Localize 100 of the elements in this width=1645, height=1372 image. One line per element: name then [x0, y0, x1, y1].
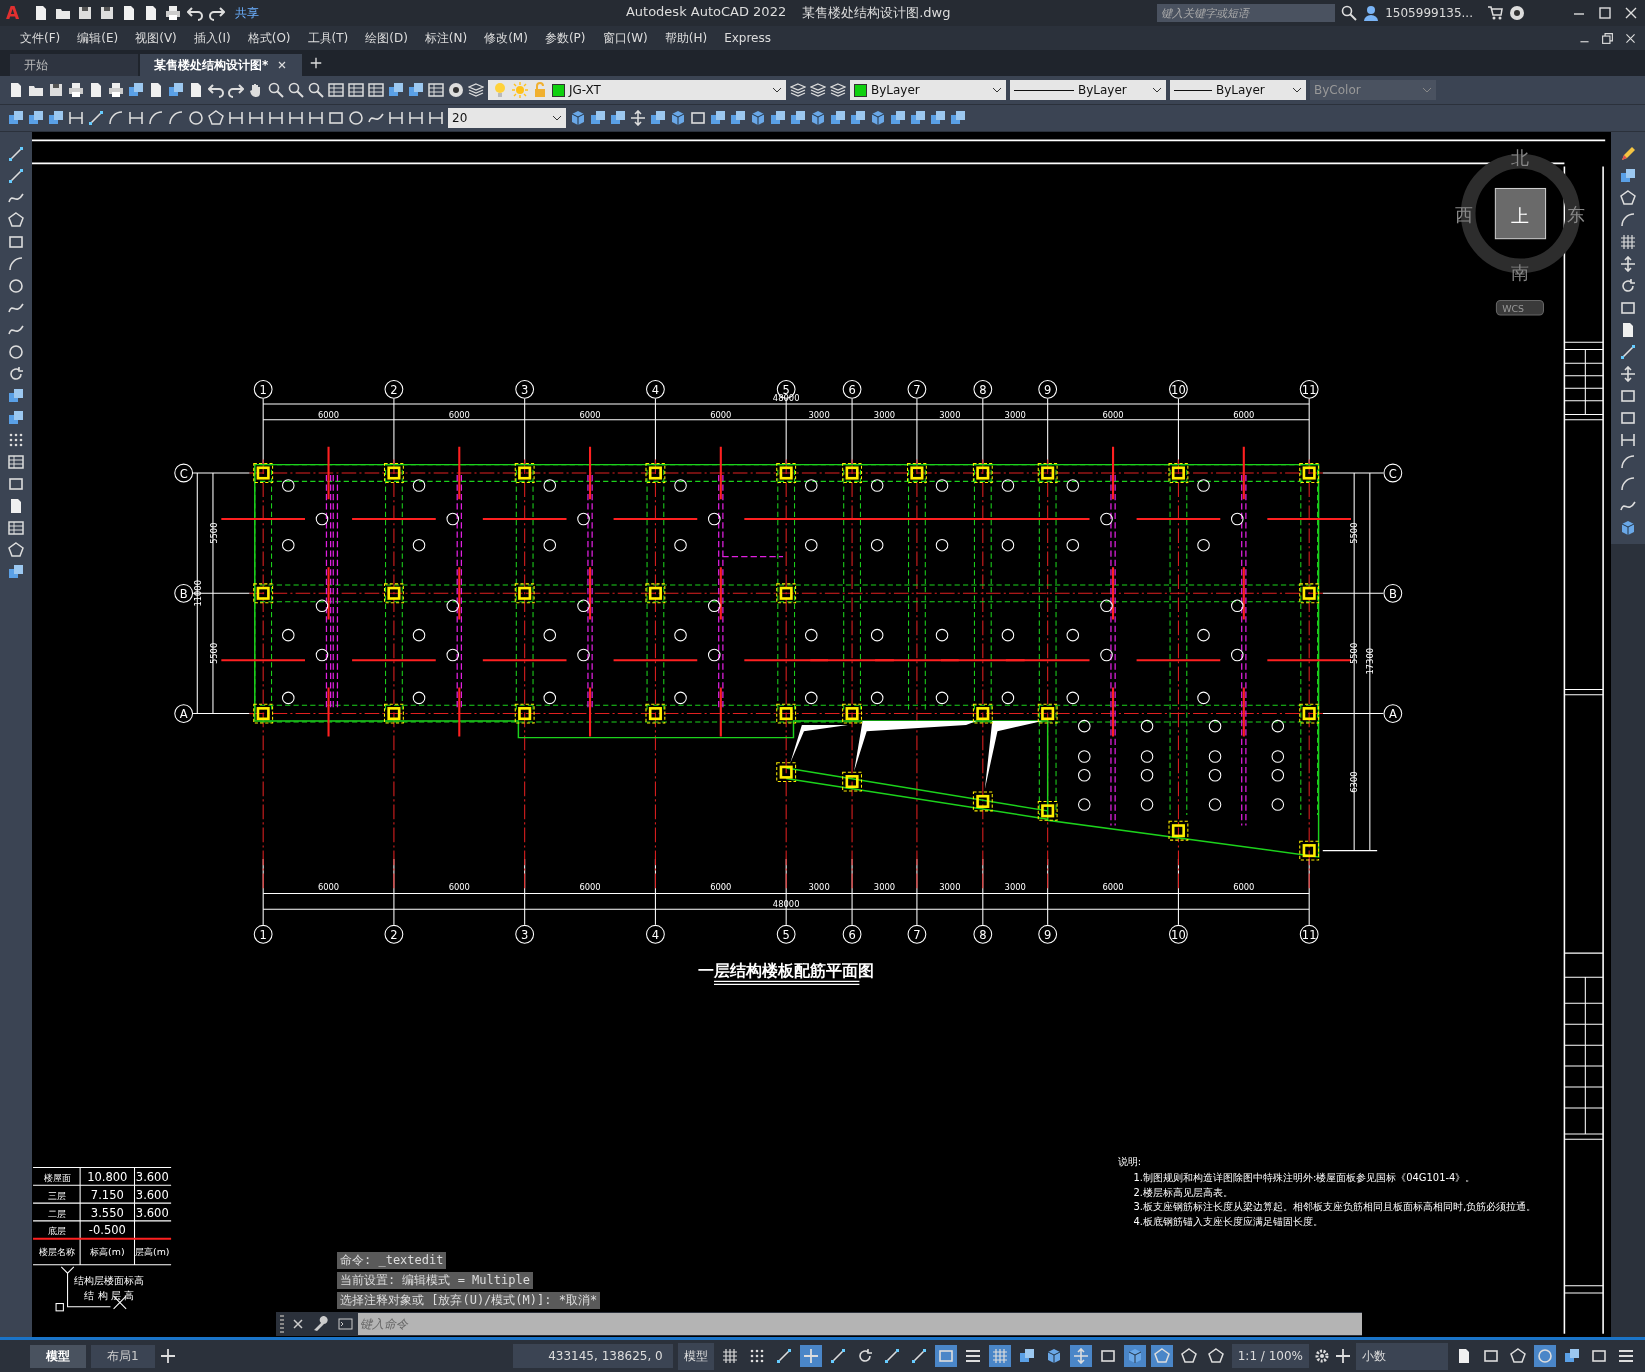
- line-icon[interactable]: [8, 168, 24, 184]
- lineweight-dropdown[interactable]: ByLayer: [1170, 80, 1306, 100]
- polygon-icon[interactable]: [8, 542, 24, 558]
- plus-icon[interactable]: [1335, 1348, 1351, 1364]
- menu-item[interactable]: 窗口(W): [596, 29, 659, 47]
- document-icon[interactable]: [1620, 322, 1636, 338]
- table-icon[interactable]: [8, 520, 24, 536]
- rectangle-icon[interactable]: [934, 1345, 957, 1367]
- cube-icon[interactable]: [870, 110, 886, 126]
- redo-icon[interactable]: [209, 5, 226, 21]
- printer-icon[interactable]: [108, 82, 124, 98]
- copy-icon[interactable]: [168, 82, 184, 98]
- file-tab[interactable]: 某售楼处结构设计图*: [140, 54, 303, 76]
- compass-north[interactable]: 北: [1511, 147, 1530, 169]
- document-icon[interactable]: [88, 82, 104, 98]
- redo-icon[interactable]: [228, 82, 244, 98]
- copy-icon[interactable]: [930, 110, 946, 126]
- copy-icon[interactable]: [408, 82, 424, 98]
- menu-item[interactable]: 编辑(E): [71, 29, 130, 47]
- copy-icon[interactable]: [8, 564, 24, 580]
- document-icon[interactable]: [8, 498, 24, 514]
- arc-icon[interactable]: [1620, 476, 1636, 492]
- document-icon[interactable]: [148, 82, 164, 98]
- rectangle-icon[interactable]: [8, 476, 24, 492]
- copy-icon[interactable]: [730, 110, 746, 126]
- compass-south[interactable]: 南: [1511, 262, 1530, 284]
- menu-item[interactable]: 修改(M): [478, 29, 539, 47]
- move-arrows-icon[interactable]: [1620, 366, 1636, 382]
- cube-icon[interactable]: [670, 110, 686, 126]
- magnifier-icon[interactable]: [268, 82, 284, 98]
- printer-icon[interactable]: [165, 5, 182, 21]
- table-icon[interactable]: [368, 82, 384, 98]
- plus-icon[interactable]: [310, 55, 323, 71]
- copy-icon[interactable]: [890, 110, 906, 126]
- circle-icon[interactable]: [348, 110, 364, 126]
- units-dropdown[interactable]: 小数: [1356, 1342, 1448, 1370]
- copy-icon[interactable]: [8, 410, 24, 426]
- menu-item[interactable]: 视图(V): [129, 29, 188, 47]
- line-icon[interactable]: [8, 146, 24, 162]
- help-icon[interactable]: [448, 82, 464, 98]
- layers-icon[interactable]: [810, 82, 826, 98]
- rectangle-icon[interactable]: [1620, 300, 1636, 316]
- layout-tab[interactable]: 布局1: [91, 1344, 155, 1368]
- dimension-icon[interactable]: [288, 110, 304, 126]
- close-icon[interactable]: [1623, 5, 1639, 21]
- menu-item[interactable]: 标注(N): [418, 29, 479, 47]
- document-icon[interactable]: [188, 82, 204, 98]
- copy-icon[interactable]: [790, 110, 806, 126]
- copy-icon[interactable]: [830, 110, 846, 126]
- layer-dropdown[interactable]: JG-XT: [488, 80, 786, 100]
- rotate-icon[interactable]: [1620, 278, 1636, 294]
- cube-icon[interactable]: [570, 110, 586, 126]
- polygon-icon[interactable]: [1150, 1345, 1173, 1367]
- magnifier-icon[interactable]: [288, 82, 304, 98]
- table-icon[interactable]: [8, 454, 24, 470]
- menu-item[interactable]: 格式(O): [241, 29, 302, 47]
- dimension-icon[interactable]: [228, 110, 244, 126]
- text-height-dropdown[interactable]: 20: [448, 108, 566, 128]
- rectangle-icon[interactable]: [1620, 388, 1636, 404]
- copy-icon[interactable]: [128, 82, 144, 98]
- compass-east[interactable]: 东: [1566, 203, 1585, 225]
- copy-icon[interactable]: [950, 110, 966, 126]
- arc-icon[interactable]: [168, 110, 184, 126]
- polygon-icon[interactable]: [1620, 190, 1636, 206]
- layers-icon[interactable]: [830, 82, 846, 98]
- undo-icon[interactable]: [187, 5, 204, 21]
- table-icon[interactable]: [348, 82, 364, 98]
- share-button[interactable]: 共享: [235, 4, 260, 22]
- help-icon[interactable]: [1509, 5, 1525, 21]
- copy-icon[interactable]: [710, 110, 726, 126]
- copy-icon[interactable]: [1620, 168, 1636, 184]
- annotation-scale-button[interactable]: 1:1 / 100%: [1231, 1344, 1309, 1368]
- move-arrows-icon[interactable]: [1620, 256, 1636, 272]
- cube-icon[interactable]: [810, 110, 826, 126]
- ucs-button[interactable]: WCS: [1495, 299, 1544, 316]
- copy-icon[interactable]: [48, 110, 64, 126]
- arc-icon[interactable]: [148, 110, 164, 126]
- line-icon[interactable]: [1620, 344, 1636, 360]
- layers-icon[interactable]: [790, 82, 806, 98]
- dimension-icon[interactable]: [408, 110, 424, 126]
- dimension-icon[interactable]: [308, 110, 324, 126]
- menu-item[interactable]: 工具(T): [301, 29, 360, 47]
- layout-tab[interactable]: 模型: [30, 1344, 86, 1368]
- rectangle-icon[interactable]: [328, 110, 344, 126]
- menu-item[interactable]: 插入(I): [187, 29, 242, 47]
- pencil-icon[interactable]: [1620, 146, 1636, 162]
- copy-icon[interactable]: [770, 110, 786, 126]
- user-icon[interactable]: [1363, 5, 1380, 21]
- menu-item[interactable]: 绘图(D): [359, 29, 419, 47]
- dimension-icon[interactable]: [128, 110, 144, 126]
- polygon-icon[interactable]: [8, 212, 24, 228]
- close-icon[interactable]: [1624, 31, 1637, 45]
- cube-icon[interactable]: [1123, 1345, 1146, 1367]
- arc-icon[interactable]: [1620, 454, 1636, 470]
- copy-icon[interactable]: [850, 110, 866, 126]
- plus-icon[interactable]: [799, 1345, 822, 1367]
- command-input[interactable]: 键入命令: [358, 1313, 1362, 1335]
- grid-icon[interactable]: [988, 1345, 1011, 1367]
- copy-icon[interactable]: [8, 110, 24, 126]
- move-arrows-icon[interactable]: [630, 110, 646, 126]
